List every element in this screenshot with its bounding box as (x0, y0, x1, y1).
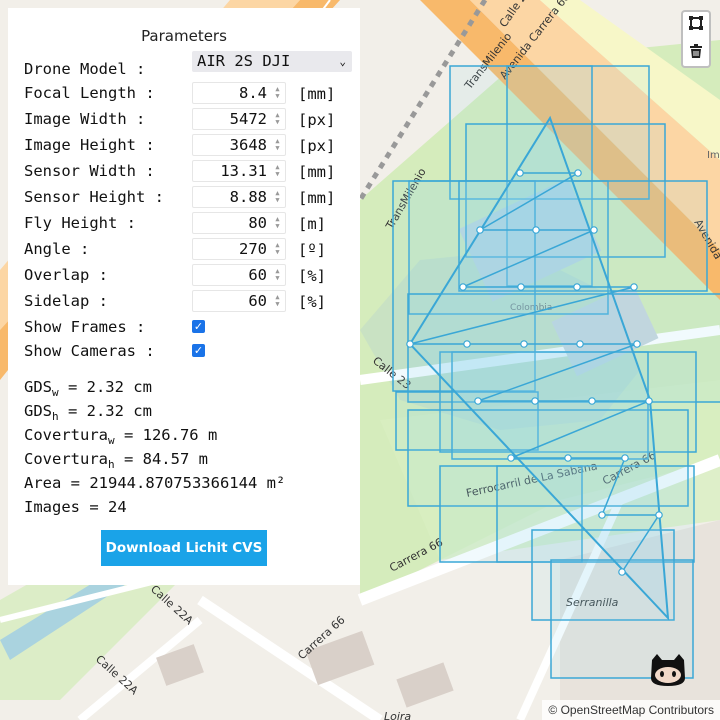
unit-label: [%] (298, 267, 326, 285)
draw-toolbar (681, 10, 711, 68)
drone-model-select[interactable]: AIR 2S DJI ⌄ (192, 51, 352, 72)
unit-label: [%] (298, 293, 326, 311)
camera-point (588, 397, 596, 405)
stepper-icon: ▲ ▼ (275, 163, 280, 178)
unit-label: [mm] (298, 189, 336, 207)
fly-height-input[interactable]: 80 ▲ ▼ (192, 212, 286, 234)
drone-model-value: AIR 2S DJI (197, 52, 291, 70)
camera-point (532, 226, 540, 234)
unit-label: [mm] (298, 163, 336, 181)
focal-length-input[interactable]: 8.4 ▲ ▼ (192, 82, 286, 104)
angle-label: Angle : (24, 240, 90, 258)
map-attribution[interactable]: © OpenStreetMap Contributors (542, 700, 720, 720)
show-frames-checkbox[interactable]: ✓ (192, 320, 205, 333)
sidelap-label: Sidelap : (24, 292, 108, 310)
show-frames-label: Show Frames : (24, 318, 146, 336)
stepper-icon: ▲ ▼ (275, 111, 280, 126)
stepper-icon: ▲ ▼ (275, 85, 280, 100)
unit-label: [px] (298, 111, 336, 129)
unit-label: [mm] (298, 85, 336, 103)
image-height-input[interactable]: 3648 ▲ ▼ (192, 134, 286, 156)
image-height-label: Image Height : (24, 136, 155, 154)
camera-point (517, 283, 525, 291)
polygon-icon[interactable] (683, 12, 709, 39)
trash-icon[interactable] (683, 40, 709, 67)
camera-point (645, 397, 653, 405)
image-width-input[interactable]: 5472 ▲ ▼ (192, 108, 286, 130)
camera-point (598, 511, 606, 519)
camera-point (463, 340, 471, 348)
images-result: Images = 24 (24, 498, 127, 516)
camera-point (476, 226, 484, 234)
chevron-down-icon: ⌄ (339, 55, 346, 68)
camera-point (474, 397, 482, 405)
camera-point (655, 511, 663, 519)
map-label: Loira (384, 710, 411, 720)
drone-model-label: Drone Model : (24, 60, 146, 78)
camera-point (630, 283, 638, 291)
camera-point (531, 397, 539, 405)
camera-point (576, 340, 584, 348)
sensor-height-label: Sensor Height : (24, 188, 164, 206)
stepper-icon: ▲ ▼ (275, 137, 280, 152)
parameters-panel: Parameters Drone Model : AIR 2S DJI ⌄ Foc… (8, 8, 360, 585)
sensor-width-label: Sensor Width : (24, 162, 155, 180)
fly-height-label: Fly Height : (24, 214, 136, 232)
camera-point (520, 340, 528, 348)
camera-point (516, 169, 524, 177)
stepper-icon: ▲ ▼ (275, 189, 280, 204)
stepper-icon: ▲ ▼ (275, 293, 280, 308)
download-csv-button[interactable]: Download Lichit CVS (101, 530, 267, 566)
focal-length-label: Focal Length : (24, 84, 155, 102)
sensor-height-input[interactable]: 8.88 ▲ ▼ (192, 186, 286, 208)
show-cameras-label: Show Cameras : (24, 342, 155, 360)
camera-point (507, 454, 515, 462)
unit-label: [m] (298, 215, 326, 233)
unit-label: [px] (298, 137, 336, 155)
camera-point (406, 340, 414, 348)
stepper-icon: ▲ ▼ (275, 215, 280, 230)
camera-point (573, 283, 581, 291)
camera-point (574, 169, 582, 177)
area-result: Area = 21944.870753366144 m² (24, 474, 286, 492)
unit-label: [º] (298, 241, 326, 259)
camera-point (564, 454, 572, 462)
overlap-input[interactable]: 60 ▲ ▼ (192, 264, 286, 286)
camera-point (590, 226, 598, 234)
image-width-label: Image Width : (24, 110, 146, 128)
sidelap-input[interactable]: 60 ▲ ▼ (192, 290, 286, 312)
angle-input[interactable]: 270 ▲ ▼ (192, 238, 286, 260)
camera-point (633, 340, 641, 348)
show-cameras-checkbox[interactable]: ✓ (192, 344, 205, 357)
camera-point (618, 568, 626, 576)
stepper-icon: ▲ ▼ (275, 241, 280, 256)
stepper-icon: ▲ ▼ (275, 267, 280, 282)
camera-point (459, 283, 467, 291)
panel-title: Parameters (141, 27, 227, 45)
map-label: Imp (707, 150, 720, 161)
camera-point (621, 454, 629, 462)
github-icon[interactable] (648, 652, 688, 688)
overlap-label: Overlap : (24, 266, 108, 284)
sensor-width-input[interactable]: 13.31 ▲ ▼ (192, 160, 286, 182)
